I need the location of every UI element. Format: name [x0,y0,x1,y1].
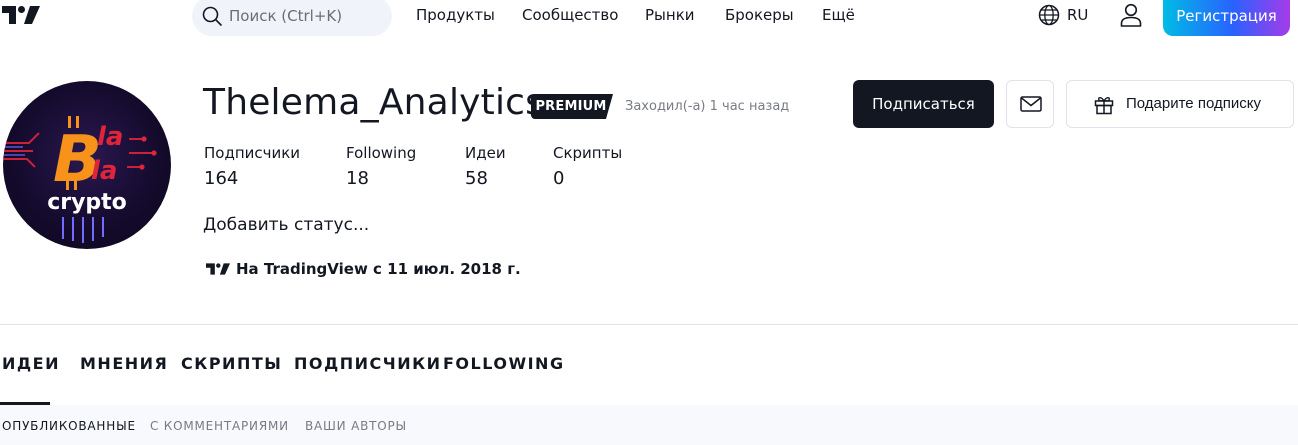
nav-brokers[interactable]: Брокеры [725,6,794,24]
mail-icon [1020,96,1042,112]
stat-value: 164 [204,168,239,189]
tab-followers[interactable]: ПОДПИСЧИКИ [294,354,442,373]
add-status-link[interactable]: Добавить статус... [203,215,369,235]
stat-ideas[interactable]: Идеи 58 [465,144,506,189]
avatar-text-top: la [97,122,123,152]
nav-products[interactable]: Продукты [416,6,495,24]
subtab-with-comments[interactable]: С КОММЕНТАРИЯМИ [150,419,289,433]
subscribe-button[interactable]: Подписаться [853,80,994,128]
register-button[interactable]: Регистрация [1163,0,1290,36]
search-input[interactable] [229,6,379,26]
stat-label: Following [346,144,417,162]
premium-label: PREMIUM [535,99,607,114]
search-icon [202,6,222,26]
avatar-logo: B la la crypto [3,116,157,243]
member-since-text: На TradingView с 11 июл. 2018 г. [236,260,521,278]
tab-opinions[interactable]: МНЕНИЯ [80,354,168,373]
gift-icon [1094,96,1114,115]
subtab-bar: ОПУБЛИКОВАННЫЕ С КОММЕНТАРИЯМИ ВАШИ АВТО… [0,405,1298,445]
stat-label: Идеи [465,144,506,162]
divider [0,324,1298,325]
stat-label: Подписчики [204,144,301,162]
stat-following[interactable]: Following 18 [346,144,416,189]
stat-label: Скрипты [553,144,623,162]
language-label: RU [1067,6,1089,24]
nav-markets[interactable]: Рынки [645,6,695,24]
top-header: Продукты Сообщество Рынки Брокеры Ещё RU… [0,0,1298,36]
nav-community[interactable]: Сообщество [522,6,618,24]
user-menu-button[interactable] [1119,2,1143,28]
avatar: B la la crypto [3,81,171,249]
gift-label: Подарите подписку [1126,95,1261,112]
stat-value: 0 [553,168,565,189]
globe-icon [1038,4,1060,26]
stat-value: 18 [346,168,369,189]
gift-subscription-button[interactable]: Подарите подписку [1066,80,1294,128]
premium-badge: PREMIUM [531,94,613,119]
avatar-text-bottom: crypto [47,190,127,215]
stat-followers[interactable]: Подписчики 164 [204,144,300,189]
search-box[interactable] [192,0,392,36]
tradingview-logo[interactable] [2,6,40,24]
tab-following[interactable]: FOLLOWING [443,354,565,373]
nav-more[interactable]: Ещё [822,6,855,24]
subtab-your-authors[interactable]: ВАШИ АВТОРЫ [305,419,407,433]
tab-scripts[interactable]: СКРИПТЫ [181,354,282,373]
subtab-published[interactable]: ОПУБЛИКОВАННЫЕ [2,419,136,433]
last-seen-text: Заходил(-а) 1 час назад [625,99,790,114]
svg-text:la: la [91,156,117,186]
user-icon [1120,3,1142,27]
tab-ideas[interactable]: ИДЕИ [2,354,60,373]
stat-value: 58 [465,168,488,189]
profile-username: Thelema_Analytics [203,82,545,123]
message-button[interactable] [1006,80,1054,128]
tradingview-small-icon [206,263,230,275]
stat-scripts[interactable]: Скрипты 0 [553,144,622,189]
